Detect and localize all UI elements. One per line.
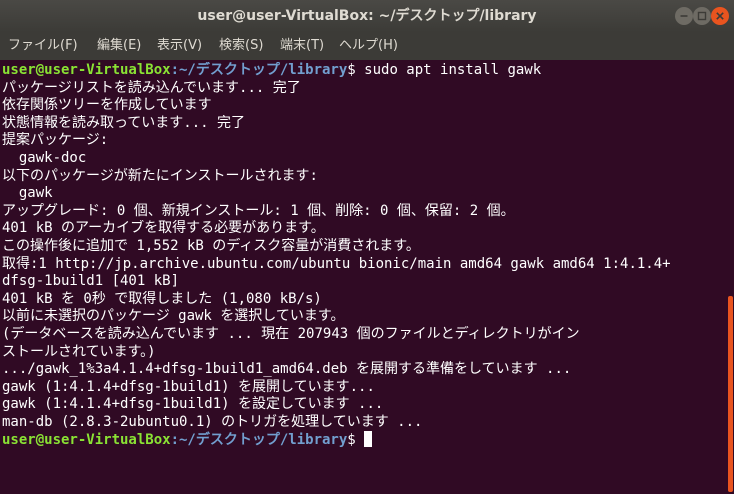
output-line: dfsg-1build1 [401 kB] bbox=[2, 273, 180, 290]
menu-search[interactable]: 検索(S) bbox=[219, 32, 263, 60]
prompt-path: :~/デスクトップ/library bbox=[170, 432, 348, 449]
command-text: sudo apt install gawk bbox=[355, 62, 542, 78]
scrollbar-thumb[interactable] bbox=[728, 296, 733, 492]
output-line: man-db (2.8.3-2ubuntu0.1) のトリガを処理しています .… bbox=[2, 413, 423, 430]
menu-help[interactable]: ヘルプ(H) bbox=[339, 32, 398, 60]
prompt-symbol: $ bbox=[347, 432, 356, 449]
output-line: 取得:1 http://jp.archive.ubuntu.com/ubuntu… bbox=[2, 255, 671, 272]
output-line: 提案パッケージ: bbox=[2, 132, 109, 149]
menu-edit[interactable]: 編集(E) bbox=[97, 32, 141, 60]
output-line: gawk-doc bbox=[2, 149, 87, 166]
prompt-symbol: $ bbox=[347, 62, 356, 78]
output-line: .../gawk_1%3a4.1.4+dfsg-1build1_amd64.de… bbox=[2, 361, 572, 378]
menu-terminal[interactable]: 端末(T) bbox=[280, 32, 324, 60]
prompt-line-current: user@user-VirtualBox:~/デスクトップ/library$ bbox=[2, 431, 718, 449]
output-line: gawk bbox=[2, 185, 53, 202]
menu-view[interactable]: 表示(V) bbox=[157, 32, 202, 60]
window-title: user@user-VirtualBox: ~/デスクトップ/library bbox=[197, 8, 537, 24]
close-button[interactable] bbox=[711, 7, 729, 25]
prompt-path: :~/デスクトップ/library bbox=[170, 62, 348, 78]
output-line: ストールされています。) bbox=[2, 343, 156, 360]
maximize-icon bbox=[697, 11, 707, 21]
output-line: アップグレード: 0 個、新規インストール: 1 個、削除: 0 個、保留: 2… bbox=[2, 202, 515, 219]
terminal-area[interactable]: user@user-VirtualBox:~/デスクトップ/library$ s… bbox=[0, 60, 734, 494]
output-line: 依存関係ツリーを作成しています bbox=[2, 97, 212, 114]
title-bar[interactable]: user@user-VirtualBox: ~/デスクトップ/library bbox=[0, 0, 734, 32]
maximize-button[interactable] bbox=[693, 7, 711, 25]
minimize-button[interactable] bbox=[675, 7, 693, 25]
output-line: 以下のパッケージが新たにインストールされます: bbox=[2, 167, 318, 184]
output-line: 以前に未選択のパッケージ gawk を選択しています。 bbox=[2, 308, 345, 325]
output-line: 状態情報を読み取っています... 完了 bbox=[2, 114, 246, 131]
command-input[interactable] bbox=[356, 432, 364, 448]
prompt-line: user@user-VirtualBox:~/デスクトップ/library$ s… bbox=[2, 62, 718, 80]
prompt-user-host: user@user-VirtualBox bbox=[2, 62, 171, 78]
output-line: gawk (1:4.1.4+dfsg-1build1) を設定しています ... bbox=[2, 396, 384, 413]
minimize-icon bbox=[680, 15, 688, 17]
prompt-user-host: user@user-VirtualBox bbox=[2, 432, 171, 449]
output-line: (データベースを読み込んでいます ... 現在 207943 個のファイルとディ… bbox=[2, 325, 580, 342]
output-line: この操作後に追加で 1,552 kB のディスク容量が消費されます。 bbox=[2, 237, 420, 254]
terminal-output: user@user-VirtualBox:~/デスクトップ/library$ s… bbox=[2, 62, 718, 449]
output-line: パッケージリストを読み込んでいます... 完了 bbox=[2, 79, 301, 96]
scrollbar[interactable] bbox=[728, 60, 734, 494]
menu-bar: ファイル(F) 編集(E) 表示(V) 検索(S) 端末(T) ヘルプ(H) bbox=[0, 32, 734, 60]
menu-file[interactable]: ファイル(F) bbox=[8, 32, 78, 60]
text-cursor bbox=[364, 431, 373, 448]
output-line: 401 kB のアーカイブを取得する必要があります。 bbox=[2, 220, 325, 237]
output-line: 401 kB を 0秒 で取得しました (1,080 kB/s) bbox=[2, 290, 322, 307]
close-icon bbox=[716, 12, 724, 20]
output-line: gawk (1:4.1.4+dfsg-1build1) を展開しています... bbox=[2, 378, 375, 395]
terminal-window: user@user-VirtualBox: ~/デスクトップ/library フ… bbox=[0, 0, 734, 494]
